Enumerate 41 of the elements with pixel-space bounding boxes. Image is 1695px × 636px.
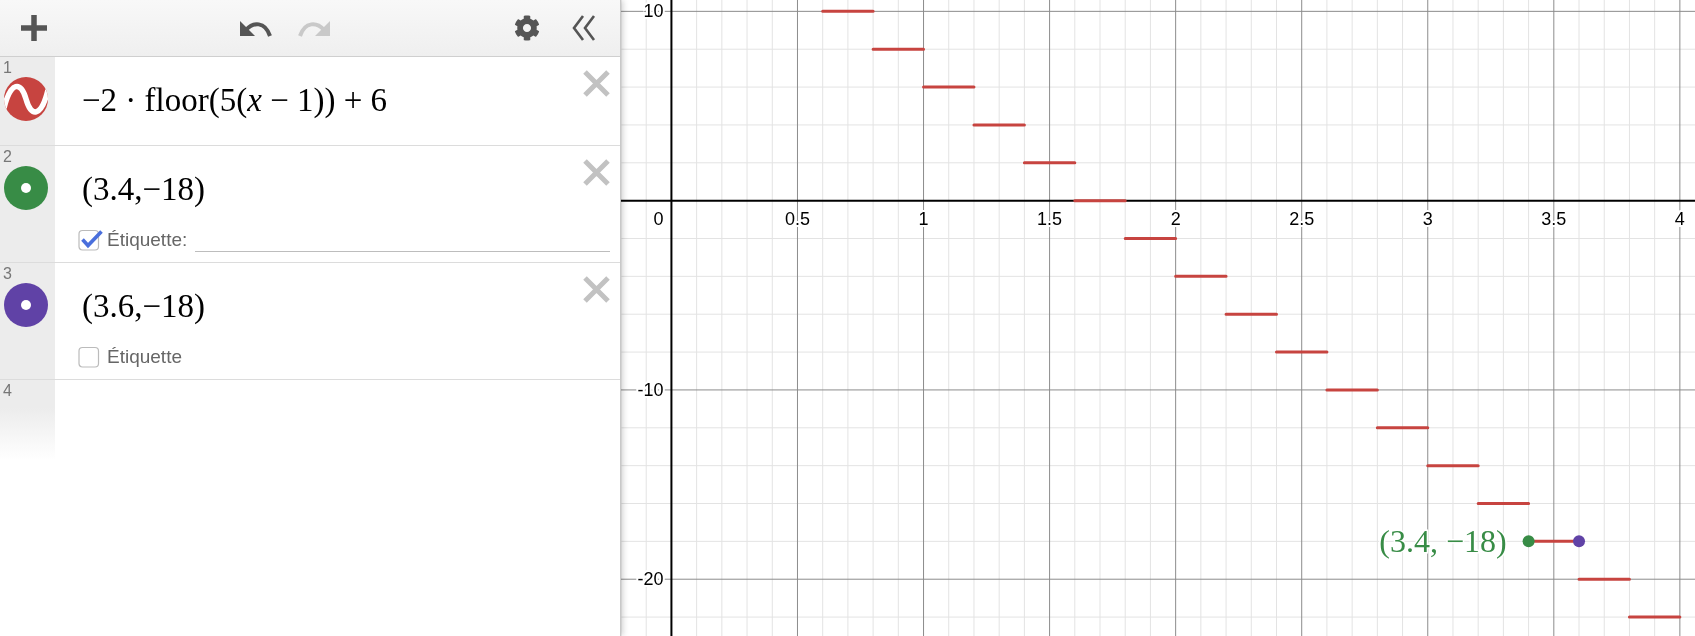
axis-tick-label: 2 bbox=[1170, 208, 1181, 229]
axis-tick-label: -20 bbox=[637, 569, 664, 590]
graph-plot[interactable]: 0 0.5 1 1.5 2 2.5 3 3.5 4 10 -10 -20 (3.4, −18) bbox=[621, 0, 1695, 636]
axis-tick-label: 3 bbox=[1422, 208, 1433, 229]
point-icon[interactable] bbox=[4, 283, 48, 327]
undo-icon bbox=[240, 19, 272, 37]
checkbox[interactable] bbox=[78, 229, 103, 251]
checkbox-label: Étiquette bbox=[107, 346, 182, 368]
axis-tick-label: 4 bbox=[1674, 208, 1685, 229]
graph-point[interactable] bbox=[1522, 535, 1535, 548]
origin-label: 0 bbox=[653, 208, 664, 229]
undo-button[interactable] bbox=[240, 19, 272, 37]
settings-button[interactable] bbox=[514, 15, 540, 41]
redo-icon bbox=[298, 19, 330, 37]
settings-icon bbox=[514, 15, 540, 41]
line-number: 1 bbox=[2, 58, 12, 77]
line-number: 3 bbox=[2, 264, 12, 283]
close-icon bbox=[583, 159, 610, 186]
graph-point[interactable] bbox=[1573, 535, 1586, 548]
plus-icon bbox=[21, 15, 47, 41]
math-expression[interactable]: (3.6,−18) bbox=[82, 287, 206, 325]
math-expression[interactable]: −2 · floor(5(x − 1)) + 6 bbox=[82, 81, 388, 119]
point-icon[interactable] bbox=[4, 166, 48, 210]
close-icon bbox=[583, 70, 610, 97]
wave-icon[interactable] bbox=[4, 77, 48, 121]
axis-tick-label: 10 bbox=[643, 1, 664, 22]
line-number: 4 bbox=[2, 381, 12, 400]
collapse-button[interactable] bbox=[572, 15, 596, 41]
checkbox-label: Étiquette: bbox=[107, 229, 188, 251]
axis-tick-label: 1.5 bbox=[1037, 208, 1063, 229]
add-button[interactable] bbox=[21, 15, 47, 41]
double-chevron-icon bbox=[572, 15, 596, 41]
point-label: (3.4, −18) bbox=[1379, 523, 1507, 560]
axis-tick-label: 1 bbox=[918, 208, 929, 229]
axis-tick-label: -10 bbox=[637, 379, 664, 400]
close-icon bbox=[583, 276, 610, 303]
axis-tick-label: 3.5 bbox=[1541, 208, 1567, 229]
axis-tick-label: 0.5 bbox=[784, 208, 810, 229]
math-expression[interactable]: (3.4,−18) bbox=[82, 170, 206, 208]
axis-tick-label: 2.5 bbox=[1289, 208, 1315, 229]
line-number: 2 bbox=[2, 147, 12, 166]
